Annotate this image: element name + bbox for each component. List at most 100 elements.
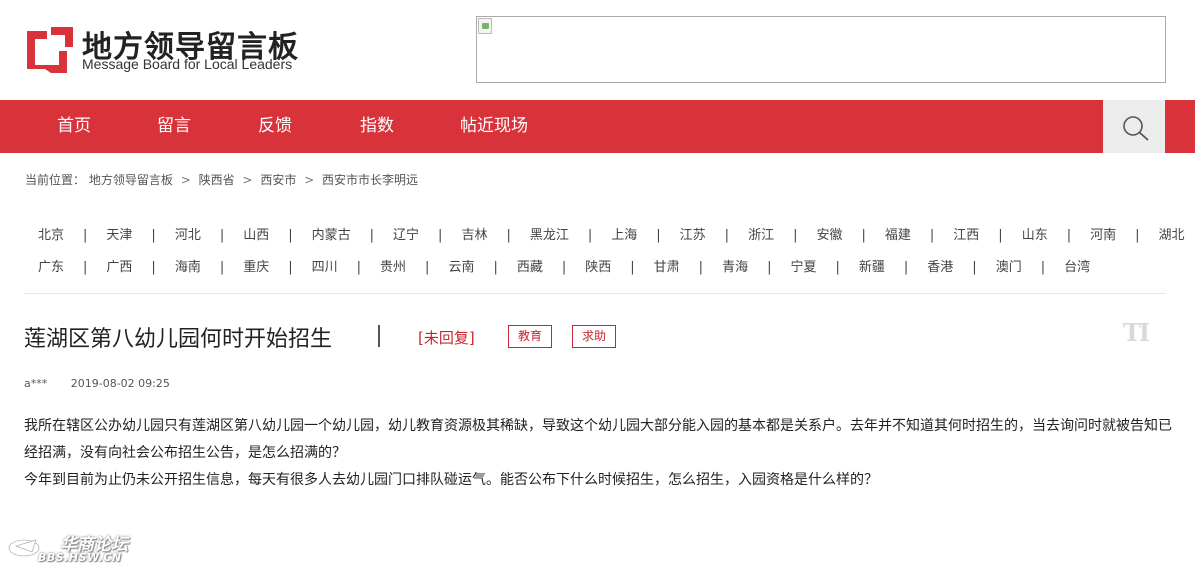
- site-header: 地方领导留言板 Message Board for Local Leaders: [0, 0, 1200, 100]
- province-link[interactable]: 陕西: [585, 256, 611, 275]
- province-link[interactable]: 湖北: [1159, 224, 1185, 243]
- province-separator: |: [698, 260, 704, 275]
- province-separator: |: [219, 260, 225, 275]
- province-separator: |: [903, 260, 909, 275]
- province-separator: |: [767, 260, 772, 275]
- post-paragraph: 今年到目前为止仍未公开招生信息，每天有很多人去幼儿园门口排队碰运气。能否公布下什…: [24, 472, 878, 488]
- province-link[interactable]: 重庆: [243, 256, 269, 275]
- province-separator: |: [151, 228, 156, 243]
- font-size-icon[interactable]: TI: [1123, 318, 1150, 347]
- tag-help[interactable]: 求助: [572, 325, 617, 348]
- nav-home[interactable]: 首页: [57, 100, 91, 153]
- watermark: 华商论坛 BBS.HSW.CN: [4, 528, 134, 566]
- nav-on-site[interactable]: 帖近现场: [460, 100, 528, 153]
- nav-messages[interactable]: 留言: [157, 100, 191, 153]
- province-link[interactable]: 西藏: [517, 256, 543, 275]
- province-separator: |: [219, 228, 225, 243]
- province-separator: |: [587, 228, 593, 243]
- post-title: 莲湖区第八幼儿园何时开始招生: [24, 327, 333, 352]
- province-separator: |: [793, 228, 798, 243]
- breadcrumb-separator: >: [180, 173, 191, 187]
- province-separator: |: [630, 260, 635, 275]
- post-author: a***: [24, 377, 48, 390]
- province-link[interactable]: 贵州: [380, 256, 406, 275]
- province-separator: |: [1135, 228, 1140, 243]
- province-separator: |: [998, 228, 1003, 243]
- breadcrumb-link[interactable]: 西安市: [260, 173, 296, 187]
- province-separator: |: [369, 228, 375, 243]
- breadcrumb-link[interactable]: 陕西省: [199, 173, 235, 187]
- divider: [24, 293, 1166, 294]
- breadcrumb-prefix: 当前位置：: [25, 173, 86, 187]
- broken-image-icon: [478, 18, 492, 34]
- province-separator: |: [493, 260, 498, 275]
- watermark-url: BBS.HSW.CN: [38, 551, 122, 564]
- province-link[interactable]: 内蒙古: [312, 224, 351, 243]
- province-link[interactable]: 山东: [1022, 224, 1048, 243]
- province-link[interactable]: 江苏: [680, 224, 706, 243]
- province-link[interactable]: 辽宁: [393, 224, 419, 243]
- post-paragraph: 我所在辖区公办幼儿园只有莲湖区第八幼儿园一个幼儿园，幼儿教育资源极其稀缺，导致这…: [24, 418, 1172, 461]
- province-link[interactable]: 海南: [175, 256, 201, 275]
- province-separator: |: [929, 228, 935, 243]
- province-separator: |: [1040, 260, 1046, 275]
- province-list-row1: 北京 | 天津 | 河北 | 山西 | 内蒙古 | 辽宁 | 吉林 | 黑龙江 | 上海 | 江苏 | 浙江 | 安徽 | 福建…: [38, 224, 1200, 243]
- province-separator: |: [561, 260, 567, 275]
- breadcrumb: 当前位置： 地方领导留言板 > 陕西省 > 西安市 > 西安市市长李明远: [25, 171, 418, 188]
- province-link[interactable]: 甘肃: [654, 256, 680, 275]
- province-link[interactable]: 安徽: [816, 224, 842, 243]
- province-separator: |: [724, 228, 730, 243]
- province-separator: |: [972, 260, 977, 275]
- province-link[interactable]: 吉林: [461, 224, 487, 243]
- province-link[interactable]: 北京: [38, 224, 64, 243]
- province-separator: |: [356, 260, 362, 275]
- province-separator: |: [151, 260, 156, 275]
- breadcrumb-separator: >: [242, 173, 253, 187]
- province-link[interactable]: 河北: [175, 224, 201, 243]
- banner-ad[interactable]: [476, 16, 1166, 83]
- province-separator: |: [83, 228, 88, 243]
- province-separator: |: [506, 228, 511, 243]
- province-separator: |: [656, 228, 661, 243]
- breadcrumb-separator: >: [304, 173, 315, 187]
- province-link[interactable]: 宁夏: [790, 256, 816, 275]
- province-link[interactable]: 上海: [611, 224, 637, 243]
- nav-index[interactable]: 指数: [360, 100, 394, 153]
- province-link[interactable]: 河南: [1090, 224, 1116, 243]
- province-link[interactable]: 澳门: [996, 256, 1022, 275]
- province-link[interactable]: 新疆: [859, 256, 885, 275]
- province-link[interactable]: 天津: [106, 224, 132, 243]
- post-time: 2019-08-02 09:25: [70, 377, 170, 390]
- province-separator: |: [861, 228, 866, 243]
- province-link[interactable]: 云南: [448, 256, 474, 275]
- site-subtitle: Message Board for Local Leaders: [82, 56, 293, 72]
- tag-education[interactable]: 教育: [508, 325, 553, 348]
- post-body: 我所在辖区公办幼儿园只有莲湖区第八幼儿园一个幼儿园，幼儿教育资源极其稀缺，导致这…: [24, 413, 1174, 494]
- province-link[interactable]: 青海: [722, 256, 748, 275]
- breadcrumb-link[interactable]: 西安市市长李明远: [322, 173, 418, 187]
- title-divider: [378, 325, 380, 347]
- province-link[interactable]: 黑龙江: [530, 224, 569, 243]
- province-link[interactable]: 江西: [953, 224, 979, 243]
- search-button[interactable]: [1103, 100, 1165, 153]
- breadcrumb-link[interactable]: 地方领导留言板: [89, 173, 173, 187]
- post-meta: a*** 2019-08-02 09:25: [24, 377, 170, 390]
- reply-status: [未回复]: [418, 329, 475, 347]
- province-list-row2: 广东 | 广西 | 海南 | 重庆 | 四川 | 贵州 | 云南 | 西藏 | 陕西 | 甘肃 | 青海 | 宁夏 | 新疆 | 香…: [38, 256, 1090, 275]
- province-link[interactable]: 台湾: [1064, 256, 1090, 275]
- province-separator: |: [288, 228, 293, 243]
- province-link[interactable]: 广西: [106, 256, 132, 275]
- province-separator: |: [288, 260, 293, 275]
- province-separator: |: [835, 260, 840, 275]
- province-link[interactable]: 广东: [38, 256, 64, 275]
- province-separator: |: [425, 260, 430, 275]
- province-link[interactable]: 山西: [243, 224, 269, 243]
- province-link[interactable]: 浙江: [748, 224, 774, 243]
- province-separator: |: [1066, 228, 1072, 243]
- province-link[interactable]: 香港: [927, 256, 953, 275]
- nav-feedback[interactable]: 反馈: [258, 100, 292, 153]
- province-link[interactable]: 福建: [885, 224, 911, 243]
- logo-icon[interactable]: [25, 25, 75, 75]
- province-link[interactable]: 四川: [312, 256, 338, 275]
- main-nav: 首页 留言 反馈 指数 帖近现场: [0, 100, 1195, 153]
